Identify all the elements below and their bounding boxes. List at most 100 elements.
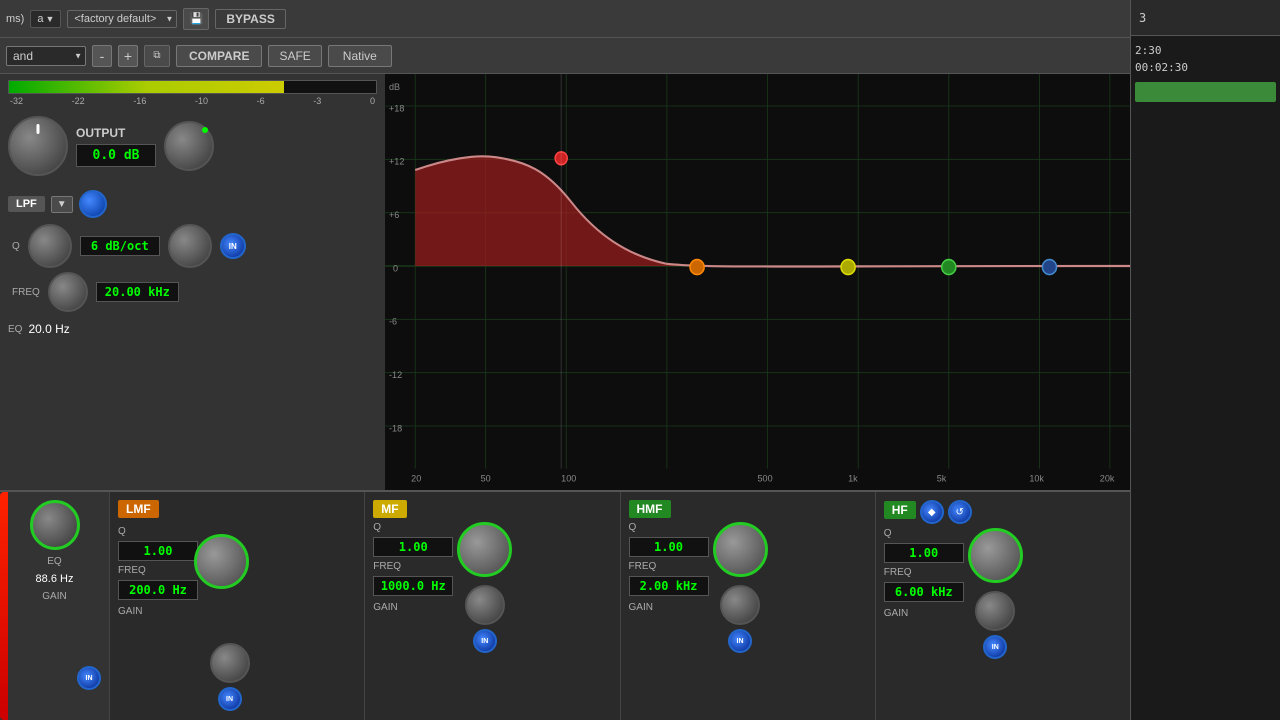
hmf-freq-knob[interactable] [720, 585, 760, 625]
lpf-dropdown-button[interactable]: ▼ [51, 196, 73, 213]
lpf-freq-row: FREQ 20.00 kHz [12, 272, 377, 312]
timeline-body: 2:30 00:02:30 [1131, 36, 1280, 720]
mf-main-knob[interactable] [457, 522, 512, 577]
svg-text:500: 500 [758, 473, 773, 483]
lpf-knob2[interactable] [168, 224, 212, 268]
preset-dropdown[interactable]: <factory default> [67, 10, 177, 28]
output-section: OUTPUT 0.0 dB [0, 108, 385, 184]
hmf-band-module: HMF Q 1.00 FREQ 2.00 kHz GAIN IN [621, 492, 876, 720]
hf-band-module: HF ◆ ↺ Q 1.00 FREQ 6.00 kHz GAIN [876, 492, 1130, 720]
lpf-header-row: LPF ▼ [8, 190, 377, 218]
time-display-2: 00:02:30 [1135, 61, 1276, 74]
bypass-button[interactable]: BYPASS [215, 9, 285, 29]
eq-fill-curve [415, 156, 1130, 266]
plugin-name-label: ms) [6, 13, 24, 25]
hmf-main-knob[interactable] [713, 522, 768, 577]
svg-text:+18: +18 [389, 103, 404, 113]
output-controls: OUTPUT 0.0 dB [76, 126, 156, 167]
left-band-module: IN EQ 88.6 Hz GAIN [0, 492, 110, 720]
mf-band-module: MF Q 1.00 FREQ 1000.0 Hz GAIN IN [365, 492, 620, 720]
eq-point-hmf[interactable] [942, 260, 956, 275]
eq-point-mf[interactable] [841, 260, 855, 275]
copy-button[interactable]: ⧉ [144, 45, 170, 67]
mf-in-badge[interactable]: IN [473, 629, 497, 653]
svg-text:-12: -12 [389, 370, 402, 380]
hf-q-label: Q [884, 528, 964, 539]
left-controls-panel: -32 -22 -16 -10 -6 -3 0 OUTPUT 0.0 dB [0, 74, 385, 490]
lpf-in-badge[interactable]: IN [220, 233, 246, 259]
meter-label-32: -32 [10, 96, 23, 106]
compare-button[interactable]: COMPARE [176, 45, 262, 67]
lpf-freq-label: FREQ [12, 287, 40, 298]
lmf-freq-knob[interactable] [210, 643, 250, 683]
hf-icon-symbol-2: ↺ [956, 507, 964, 518]
lpf-q-knob[interactable] [28, 224, 72, 268]
lmf-knobs: IN [202, 526, 257, 711]
copy-icon: ⧉ [153, 50, 160, 61]
input-meter [8, 80, 377, 94]
save-icon: 💾 [190, 12, 204, 25]
hmf-left: Q 1.00 FREQ 2.00 kHz GAIN [629, 522, 709, 613]
mf-freq-knob[interactable] [465, 585, 505, 625]
left-band-in[interactable]: IN [77, 666, 101, 690]
left-band-knob-1[interactable] [30, 500, 80, 550]
eq-display-wrapper: dB +18 +12 +6 0 -6 -12 -18 20 50 100 500… [385, 74, 1130, 490]
lmf-in-badge[interactable]: IN [218, 687, 242, 711]
hmf-in-badge[interactable]: IN [728, 629, 752, 653]
hf-freq-value: 6.00 kHz [884, 582, 964, 602]
native-button[interactable]: Native [328, 45, 392, 67]
preset-selector[interactable]: <factory default> [67, 9, 177, 28]
meter-label-16: -16 [133, 96, 146, 106]
eq-label: EQ [8, 324, 22, 335]
svg-text:50: 50 [481, 473, 491, 483]
hf-icon-1[interactable]: ◆ [920, 500, 944, 524]
eq-point-hf[interactable] [1042, 260, 1056, 275]
mf-content: Q 1.00 FREQ 1000.0 Hz GAIN IN [373, 522, 611, 653]
mf-band-label: MF [373, 500, 406, 518]
second-toolbar: and - + ⧉ COMPARE SAFE Native [0, 38, 1130, 74]
eq-row: EQ 20.0 Hz [0, 318, 385, 340]
a-arrow: ▼ [45, 14, 54, 24]
knob-dot [202, 127, 208, 133]
lmf-freq-label: FREQ [118, 565, 198, 576]
lpf-blue-button[interactable] [79, 190, 107, 218]
eq-freq-value: 20.0 Hz [28, 322, 69, 336]
hf-freq-knob[interactable] [975, 591, 1015, 631]
lmf-gain-label: GAIN [118, 606, 198, 617]
lmf-header-row: LMF [118, 500, 356, 522]
hf-in-badge[interactable]: IN [983, 635, 1007, 659]
hmf-freq-knob-wrapper [720, 585, 760, 625]
timeline-header: 3 [1131, 0, 1280, 36]
band-selector[interactable]: and [6, 46, 86, 66]
hf-main-knob[interactable] [968, 528, 1023, 583]
lmf-freq-knob-wrapper [210, 643, 250, 683]
output-knob-right[interactable] [164, 121, 214, 171]
eq-point-lmf[interactable] [690, 260, 704, 275]
bottom-bands-section: IN EQ 88.6 Hz GAIN LMF Q 1.00 FREQ 200.0… [0, 490, 1130, 720]
lmf-main-knob[interactable] [194, 534, 249, 589]
minus-button[interactable]: - [92, 45, 112, 67]
hf-icon-2[interactable]: ↺ [948, 500, 972, 524]
svg-text:100: 100 [561, 473, 576, 483]
lmf-left: Q 1.00 FREQ 200.0 Hz GAIN [118, 526, 198, 617]
hmf-q-label: Q [629, 522, 709, 533]
safe-button[interactable]: SAFE [268, 45, 321, 67]
svg-text:+12: +12 [389, 156, 404, 166]
output-value: 0.0 dB [76, 144, 156, 167]
hmf-freq-value: 2.00 kHz [629, 576, 709, 596]
plus-button[interactable]: + [118, 45, 138, 67]
a-dropdown[interactable]: a ▼ [30, 10, 61, 28]
lmf-content: Q 1.00 FREQ 200.0 Hz GAIN IN [118, 526, 356, 711]
hf-gain-label: GAIN [884, 608, 964, 619]
band-dropdown[interactable]: and [6, 46, 86, 66]
save-button[interactable]: 💾 [183, 8, 209, 30]
lmf-q-value: 1.00 [118, 541, 198, 561]
knob-indicator [37, 124, 40, 134]
lpf-q-row: Q 6 dB/oct IN [12, 224, 377, 268]
hmf-knobs: IN [713, 522, 768, 653]
meter-label-3: -3 [313, 96, 321, 106]
lpf-freq-knob[interactable] [48, 272, 88, 312]
output-knob-left[interactable] [8, 116, 68, 176]
input-meter-section: -32 -22 -16 -10 -6 -3 0 [0, 74, 385, 108]
red-accent-bar [0, 492, 8, 720]
